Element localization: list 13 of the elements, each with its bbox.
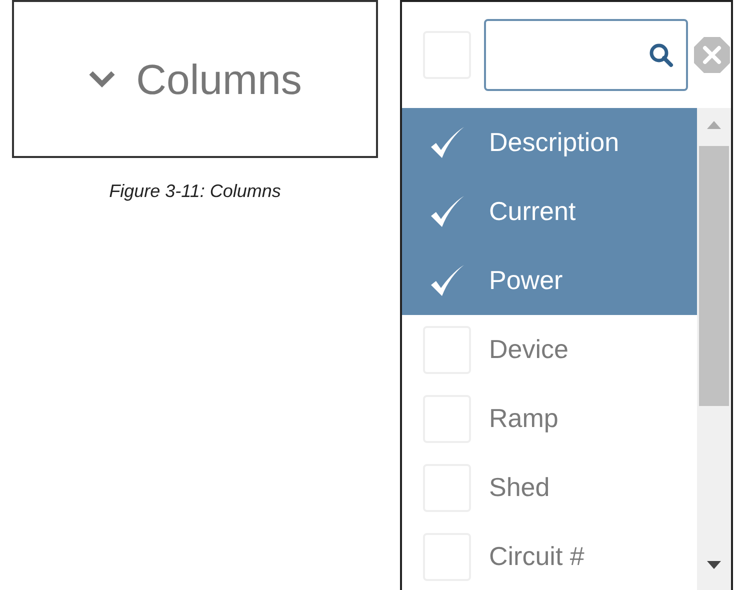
column-option[interactable]: Description — [402, 108, 697, 177]
scrollbar[interactable] — [697, 108, 731, 590]
scroll-down-icon[interactable] — [707, 560, 721, 570]
scrollbar-thumb[interactable] — [699, 146, 729, 406]
chevron-down-icon — [88, 70, 116, 88]
scroll-up-icon[interactable] — [707, 120, 721, 130]
column-option[interactable]: Current — [402, 177, 697, 246]
search-field[interactable] — [484, 19, 688, 91]
clear-icon[interactable] — [693, 36, 731, 74]
search-icon — [648, 42, 674, 68]
figure-caption: Figure 3-11: Columns — [108, 180, 282, 203]
columns-button[interactable]: Columns — [12, 0, 378, 158]
column-option[interactable]: Power — [402, 246, 697, 315]
